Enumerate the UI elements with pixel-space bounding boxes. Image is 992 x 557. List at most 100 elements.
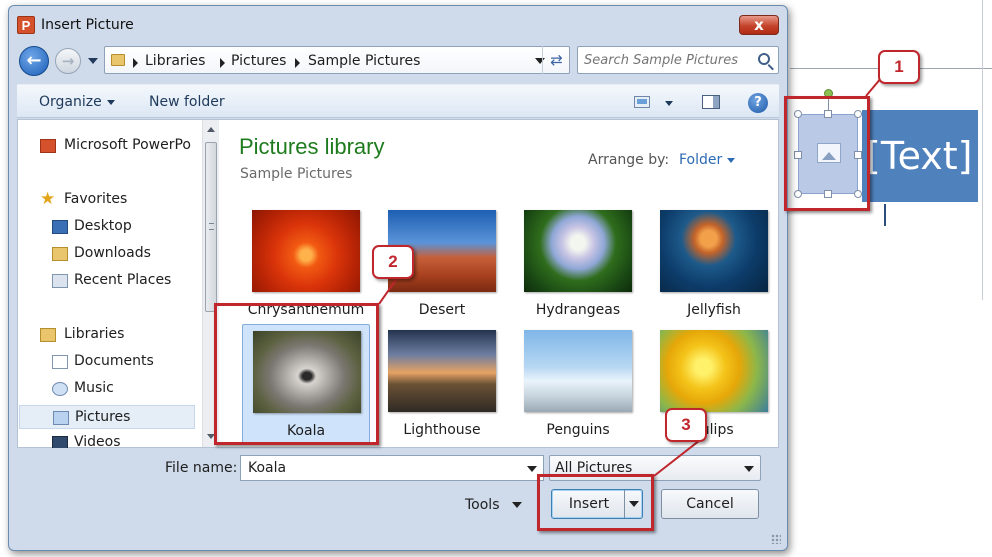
nav-item-label: Microsoft PowerPo	[64, 137, 191, 153]
library-subtitle: Sample Pictures	[240, 166, 353, 182]
recent-places-icon	[52, 274, 68, 288]
chevron-down-icon[interactable]	[527, 466, 537, 472]
arrange-by-dropdown[interactable]: Folder	[679, 152, 736, 168]
nav-item-label: Desktop	[74, 218, 132, 234]
file-name-input[interactable]	[246, 459, 516, 477]
file-item-penguins[interactable]: Penguins	[514, 324, 642, 444]
cancel-button[interactable]: Cancel	[661, 489, 759, 519]
libraries-icon	[40, 328, 56, 342]
chevron-down-icon	[511, 502, 522, 508]
nav-item-libraries[interactable]: Libraries	[18, 323, 194, 347]
search-box[interactable]	[577, 46, 779, 74]
recent-locations-chevron-icon[interactable]	[88, 58, 98, 64]
powerpoint-icon	[40, 139, 56, 153]
pictures-icon	[53, 411, 69, 425]
organize-button[interactable]: Organize	[39, 94, 115, 110]
thumbnail-image	[524, 330, 632, 412]
search-icon[interactable]	[758, 53, 770, 65]
search-input[interactable]	[582, 50, 750, 70]
browser-content: Microsoft PowerPo ★ Favorites Desktop Do…	[17, 119, 779, 448]
file-item-jellyfish[interactable]: Jellyfish	[650, 204, 778, 324]
dialog-title: Insert Picture	[41, 17, 134, 33]
callout-badge-2: 2	[372, 245, 414, 279]
resize-grip-icon[interactable]	[771, 534, 781, 544]
close-button[interactable]: x	[739, 15, 779, 35]
new-folder-button[interactable]: New folder	[149, 94, 225, 110]
thumbnail-image	[660, 210, 768, 292]
file-item-lighthouse[interactable]: Lighthouse	[378, 324, 506, 444]
star-icon: ★	[40, 189, 56, 209]
nav-item-label: Documents	[74, 353, 154, 369]
music-icon	[52, 382, 68, 396]
back-arrow-icon[interactable]: ←	[19, 46, 49, 76]
command-bar: Organize New folder ?	[17, 84, 779, 118]
documents-icon	[52, 355, 68, 369]
breadcrumb-separator-icon[interactable]	[220, 58, 225, 68]
callout-highlight-3	[537, 474, 654, 531]
view-options-chevron-icon[interactable]	[665, 101, 673, 106]
nav-item-videos[interactable]: Videos	[18, 431, 194, 448]
change-view-icon[interactable]	[634, 96, 650, 108]
chevron-down-icon	[727, 157, 736, 163]
file-name-label: Jellyfish	[687, 302, 741, 318]
breadcrumb-pictures[interactable]: Pictures	[231, 53, 286, 69]
folder-icon	[111, 54, 125, 66]
navigation-pane: Microsoft PowerPo ★ Favorites Desktop Do…	[18, 120, 219, 448]
breadcrumb-sample-pictures[interactable]: Sample Pictures	[308, 53, 420, 69]
arrange-by-label: Arrange by:	[588, 152, 670, 168]
nav-item-favorites[interactable]: ★ Favorites	[18, 188, 194, 212]
refresh-icon[interactable]: ⇄	[542, 46, 570, 74]
nav-item-label: Downloads	[74, 245, 151, 261]
scrollbar-thumb[interactable]	[205, 142, 217, 312]
address-bar[interactable]: Libraries Pictures Sample Pictures	[104, 46, 570, 74]
address-row: ← → Libraries Pictures Sample Pictures ⇄	[9, 44, 787, 78]
nav-item-music[interactable]: Music	[18, 377, 194, 401]
thumbnail-image	[660, 330, 768, 412]
slide-edge	[982, 0, 983, 300]
nav-item-recent-places[interactable]: Recent Places	[18, 269, 194, 293]
chevron-down-icon	[106, 99, 115, 105]
thumbnail-image	[524, 210, 632, 292]
organize-label: Organize	[39, 94, 102, 110]
powerpoint-icon: P	[17, 16, 35, 34]
tools-button[interactable]: Tools	[465, 497, 522, 513]
callout-highlight-1	[784, 96, 870, 211]
nav-item-label: Favorites	[64, 191, 128, 207]
library-title: Pictures library	[239, 134, 385, 159]
callout-badge-3: 3	[665, 408, 707, 442]
thumbnail-image	[252, 210, 360, 292]
grip-icon	[209, 223, 214, 230]
nav-item-label: Music	[74, 380, 114, 396]
nav-item-documents[interactable]: Documents	[18, 350, 194, 374]
downloads-icon	[52, 247, 68, 261]
nav-item-label: Recent Places	[74, 272, 172, 288]
title-bar[interactable]: P Insert Picture x	[9, 6, 787, 40]
nav-item-downloads[interactable]: Downloads	[18, 242, 194, 266]
file-name-label: File name:	[165, 460, 238, 476]
text-cursor	[884, 204, 886, 226]
nav-item-desktop[interactable]: Desktop	[18, 215, 194, 239]
breadcrumb-separator-icon[interactable]	[295, 58, 300, 68]
file-name-combobox[interactable]	[240, 455, 544, 481]
arrange-by-value: Folder	[679, 152, 723, 168]
help-icon[interactable]: ?	[748, 93, 768, 113]
breadcrumb-separator-icon[interactable]	[133, 58, 138, 68]
preview-pane-icon[interactable]	[702, 95, 720, 109]
forward-arrow-icon[interactable]: →	[55, 48, 81, 74]
slide-text-placeholder[interactable]: [Text]	[862, 110, 978, 202]
thumbnail-image	[388, 330, 496, 412]
breadcrumb-libraries[interactable]: Libraries	[145, 53, 205, 69]
videos-icon	[52, 436, 68, 448]
scroll-up-arrow-icon[interactable]	[207, 127, 215, 132]
callout-badge-1: 1	[878, 50, 920, 84]
nav-item-powerpoint[interactable]: Microsoft PowerPo	[18, 134, 194, 158]
nav-item-label: Videos	[74, 434, 121, 448]
file-item-hydrangeas[interactable]: Hydrangeas	[514, 204, 642, 324]
file-name-label: Penguins	[546, 422, 610, 438]
file-name-label: Desert	[418, 302, 466, 318]
nav-item-pictures[interactable]: Pictures	[19, 405, 195, 429]
chevron-down-icon	[744, 466, 754, 472]
tools-label: Tools	[465, 497, 500, 513]
file-name-label: Lighthouse	[403, 422, 481, 438]
nav-item-label: Pictures	[75, 409, 131, 425]
